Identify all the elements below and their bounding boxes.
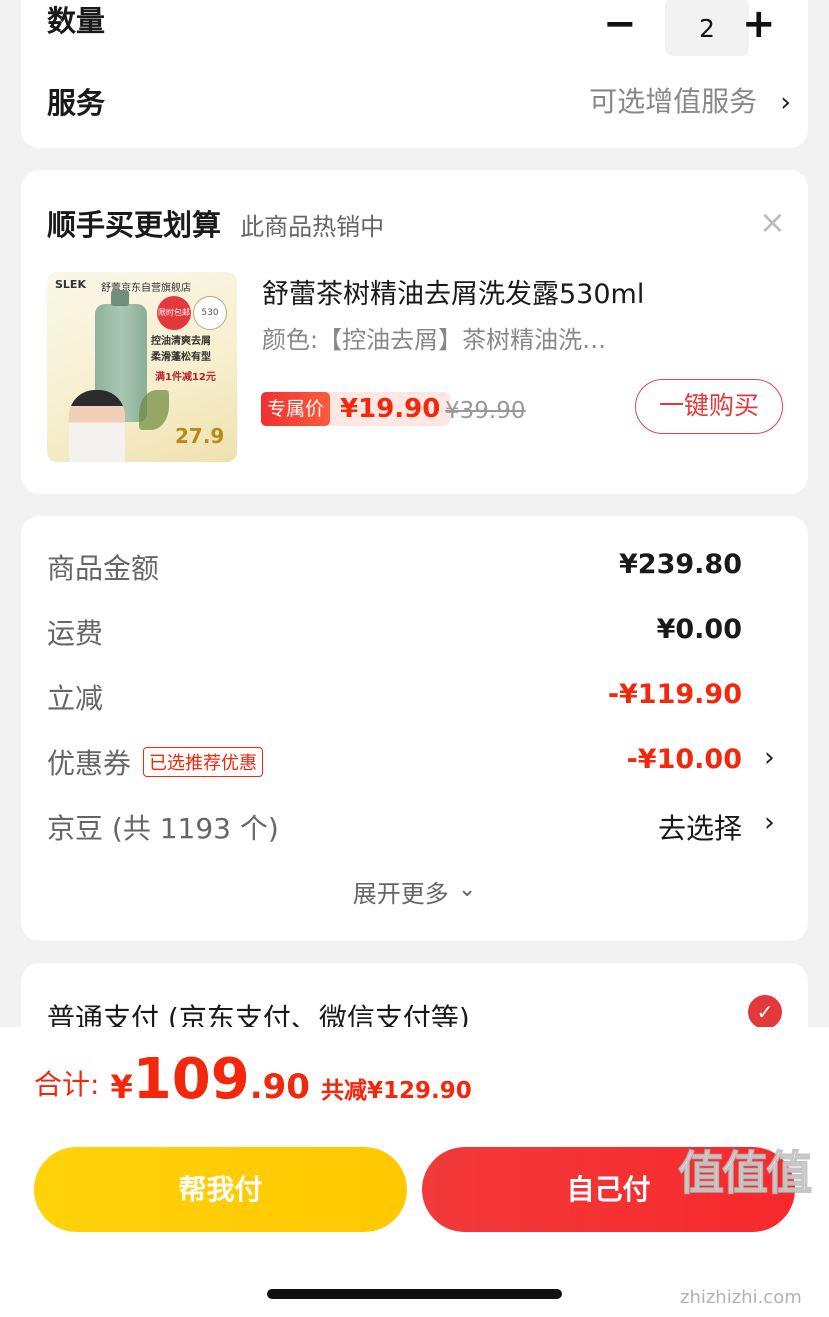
image-price: 27.9 — [175, 424, 225, 448]
model-figure — [69, 390, 125, 462]
coupon-row[interactable]: 优惠券 已选推荐优惠 — [47, 742, 264, 782]
bottle-pump — [111, 290, 129, 306]
jd-beans-select[interactable]: 去选择 — [658, 807, 742, 847]
expand-more-button[interactable]: 展开更多 ⌄ — [21, 874, 808, 909]
instant-discount-value: -¥119.90 — [607, 679, 742, 710]
checkout-bar: 合计: ¥109.90 共减¥129.90 帮我付 自己付 值值值 zhizhi… — [0, 1027, 829, 1317]
goods-amount-value: ¥239.80 — [619, 549, 742, 580]
image-promo: 满1件减12元 — [155, 372, 216, 383]
total-discount: 共减¥129.90 — [321, 1078, 472, 1104]
total-row: 合计: ¥109.90 共减¥129.90 — [34, 1047, 472, 1112]
coupon-value[interactable]: -¥10.00 — [627, 744, 742, 775]
product-name[interactable]: 舒蕾茶树精油去屑洗发露530ml — [262, 272, 644, 311]
goods-amount-label: 商品金额 — [47, 552, 160, 585]
product-variant: 颜色:【控油去屑】茶树精油洗… — [262, 326, 607, 354]
exclusive-price-label: 专属价 — [261, 392, 331, 426]
chevron-right-icon[interactable]: › — [764, 807, 775, 838]
chevron-right-icon[interactable]: › — [764, 742, 775, 773]
help-pay-button[interactable]: 帮我付 — [34, 1147, 407, 1232]
jd-beans-label: 京豆 (共 1193 个) — [47, 812, 279, 845]
image-line2: 柔滑蓬松有型 — [151, 352, 211, 363]
original-price: ¥39.90 — [445, 398, 526, 424]
one-click-buy-button[interactable]: 一键购买 — [635, 379, 783, 434]
chevron-right-icon: › — [780, 87, 791, 118]
recommend-subtitle: 此商品热销中 — [240, 213, 385, 241]
instant-discount-label: 立减 — [47, 682, 104, 715]
total-integer: 109 — [132, 1047, 250, 1112]
recommend-title: 顺手买更划算 — [47, 208, 222, 242]
watermark-logo: 值值值 — [677, 1145, 813, 1201]
quantity-plus-button[interactable]: + — [742, 4, 776, 44]
exclusive-price-tag: 专属价 ¥19.90 — [261, 392, 451, 426]
close-icon[interactable]: × — [759, 206, 786, 238]
service-label: 服务 — [47, 86, 106, 120]
total-decimal: .90 — [249, 1067, 310, 1107]
service-selector[interactable]: 可选增值服务 › — [541, 80, 791, 120]
image-line1: 控油清爽去屑 — [151, 336, 211, 347]
exclusive-price-value: ¥19.90 — [340, 394, 441, 424]
free-shipping-badge: 限时包邮 — [157, 296, 191, 330]
service-value: 可选增值服务 — [589, 85, 758, 118]
leaf-icon — [139, 390, 169, 430]
total-currency: ¥ — [110, 1068, 133, 1106]
expand-more-label: 展开更多 — [352, 880, 449, 908]
total-label: 合计: — [34, 1068, 100, 1101]
quantity-input[interactable]: 2 — [665, 0, 749, 56]
recommendation-card: 顺手买更划算 此商品热销中 × SLEK 舒蕾京东自营旗舰店 限时包邮 530 … — [21, 170, 808, 494]
check-icon[interactable]: ✓ — [748, 995, 782, 1029]
size-badge: 530 — [193, 296, 227, 330]
quantity-service-card: 数量 − 2 + 服务 可选增值服务 › — [21, 0, 808, 148]
product-image[interactable]: SLEK 舒蕾京东自营旗舰店 限时包邮 530 控油清爽去屑 柔滑蓬松有型 满1… — [47, 272, 237, 462]
chevron-down-icon: ⌄ — [457, 877, 477, 902]
quantity-minus-button[interactable]: − — [603, 4, 637, 44]
home-indicator[interactable] — [267, 1289, 562, 1299]
shipping-label: 运费 — [47, 617, 104, 650]
shipping-value: ¥0.00 — [656, 614, 742, 645]
coupon-recommended-badge: 已选推荐优惠 — [143, 747, 264, 777]
brand-logo: SLEK — [55, 278, 86, 291]
coupon-label: 优惠券 — [47, 747, 132, 780]
quantity-label: 数量 — [47, 4, 106, 38]
order-summary-card: 商品金额 ¥239.80 运费 ¥0.00 立减 -¥119.90 优惠券 已选推… — [21, 516, 808, 941]
watermark-site: zhizhizhi.com — [680, 1287, 802, 1308]
